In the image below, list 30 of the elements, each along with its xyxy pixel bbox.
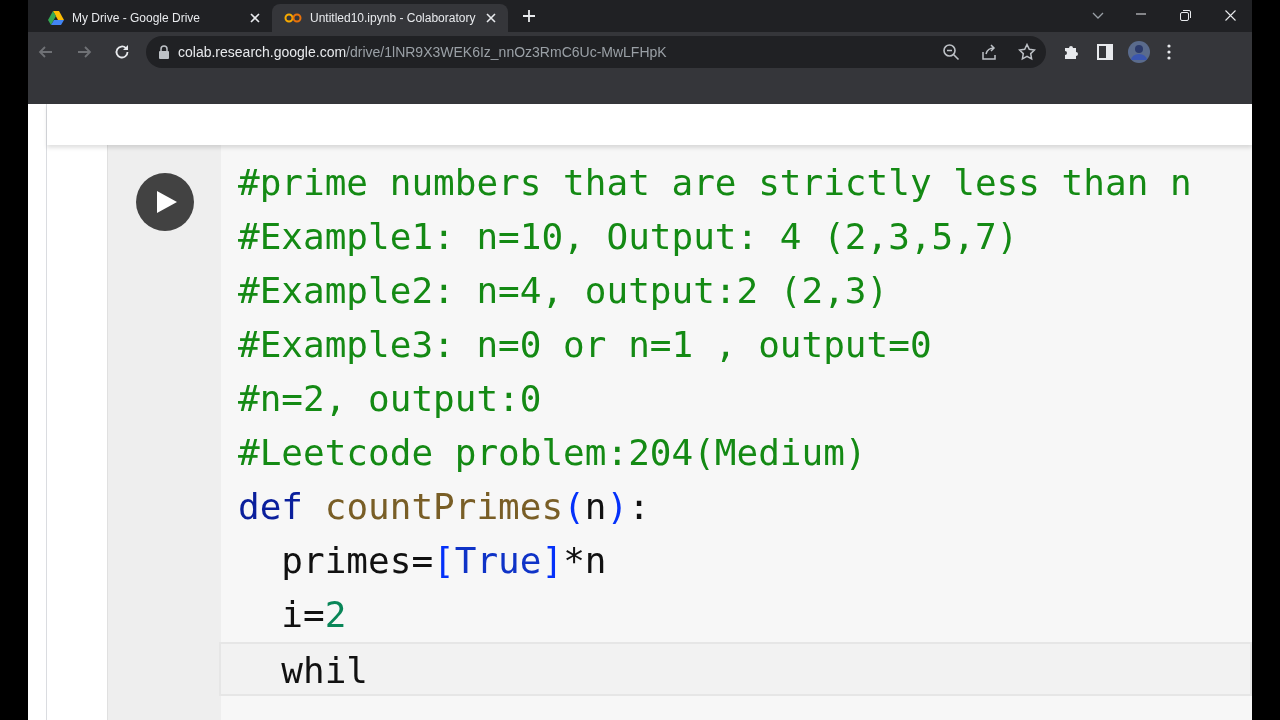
side-panel-icon[interactable] <box>1096 43 1114 61</box>
code-line: i=2 <box>280 593 348 637</box>
triangle-logo-icon <box>48 11 64 25</box>
code-line: #n=2, output:0 <box>237 377 543 421</box>
rings-logo-icon <box>284 13 302 23</box>
lock-icon <box>158 45 170 59</box>
zoom-out-icon[interactable] <box>942 43 960 61</box>
puzzle-icon[interactable] <box>1062 43 1080 61</box>
code-line: #Example2: n=4, output:2 (2,3) <box>237 269 890 313</box>
close-icon[interactable] <box>250 13 260 23</box>
browser-tab[interactable]: My Drive - Google Drive <box>36 4 272 32</box>
url-text: colab.research.google.com/drive/1lNR9X3WEK6Iz_nnOz3RmC6Uc-MwLFHpK <box>178 42 667 62</box>
menu-icon[interactable] <box>1166 44 1172 60</box>
play-icon <box>156 191 177 213</box>
new-tab-icon[interactable] <box>522 9 536 23</box>
close-window-icon[interactable] <box>1225 10 1236 21</box>
close-icon[interactable] <box>486 13 496 23</box>
star-icon[interactable] <box>1018 43 1036 61</box>
browser-tab[interactable]: Untitled10.ipynb - Colaboratory <box>272 4 508 32</box>
restore-icon[interactable] <box>1180 10 1191 21</box>
run-cell-button[interactable] <box>135 173 194 231</box>
code-line: #Example3: n=0 or n=1 , output=0 <box>237 323 933 367</box>
address-bar[interactable]: colab.research.google.com/drive/1lNR9X3WEK6Iz_nnOz3RmC6Uc-MwLFHpK <box>146 36 1046 68</box>
share-icon[interactable] <box>980 43 998 61</box>
code-line: def countPrimes(n): <box>237 485 651 529</box>
code-line: #Leetcode problem:204(Medium) <box>237 431 868 475</box>
code-line: primes=[True]*n <box>280 539 608 583</box>
code-line: #Example1: n=10, Output: 4 (2,3,5,7) <box>237 215 1020 259</box>
chevron-down-icon[interactable] <box>1092 12 1104 20</box>
code-line: #prime numbers that are strictly less than n <box>237 161 1193 205</box>
